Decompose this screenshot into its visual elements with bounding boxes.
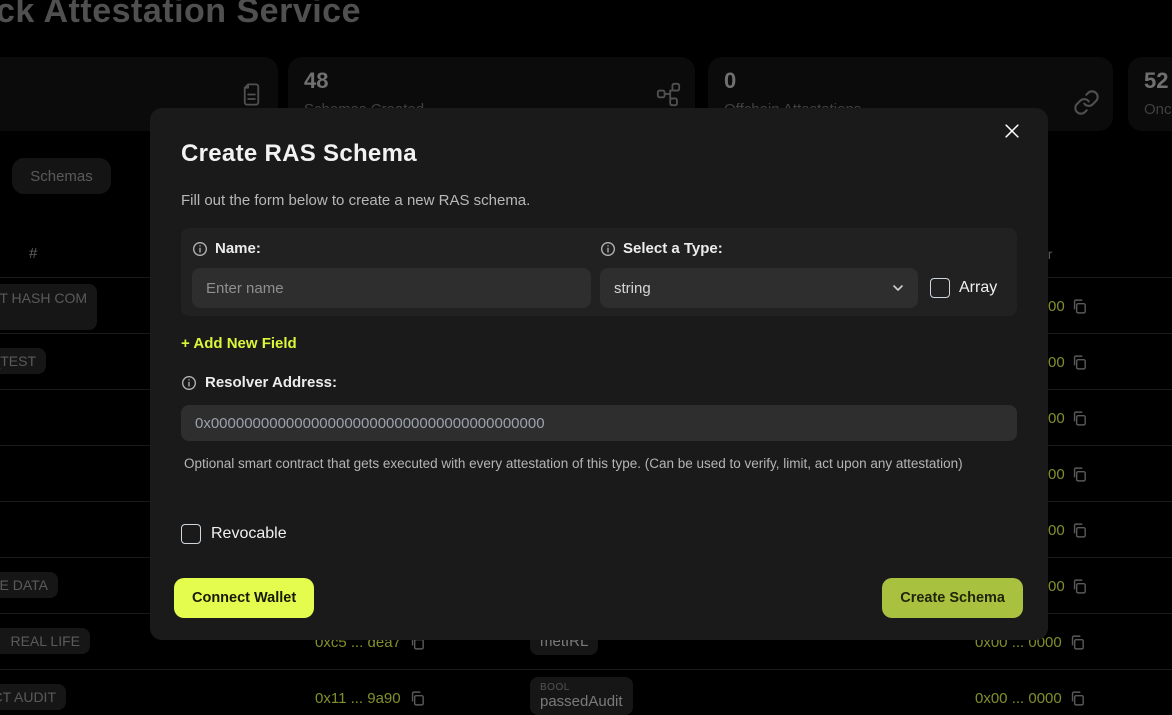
- type-label-text: Select a Type:: [623, 240, 723, 257]
- revocable-label: Revocable: [211, 525, 287, 543]
- info-icon: [181, 375, 197, 391]
- connect-wallet-button[interactable]: Connect Wallet: [174, 578, 314, 618]
- type-select-value: string: [614, 280, 651, 297]
- name-label-text: Name:: [215, 240, 261, 257]
- create-schema-modal: Create RAS Schema Fill out the form belo…: [150, 108, 1048, 640]
- close-icon[interactable]: [1002, 121, 1022, 141]
- type-select[interactable]: string: [600, 268, 918, 308]
- resolver-address-input[interactable]: [181, 405, 1017, 441]
- info-icon: [600, 241, 616, 257]
- name-input[interactable]: [192, 268, 591, 308]
- resolver-helper-text: Optional smart contract that gets execut…: [184, 454, 974, 474]
- resolver-label-text: Resolver Address:: [205, 374, 337, 391]
- create-schema-button[interactable]: Create Schema: [882, 578, 1023, 618]
- array-label: Array: [959, 279, 997, 297]
- info-icon: [192, 241, 208, 257]
- chevron-down-icon: [890, 280, 906, 296]
- add-new-field-link[interactable]: + Add New Field: [181, 335, 297, 352]
- name-label: Name:: [192, 240, 261, 257]
- array-checkbox[interactable]: [930, 278, 950, 298]
- field-row-section: Name: Select a Type: string: [181, 228, 1017, 316]
- resolver-label: Resolver Address:: [181, 374, 337, 391]
- array-checkbox-group: Array: [930, 278, 997, 298]
- revocable-checkbox-group: Revocable: [181, 524, 287, 544]
- modal-subtitle: Fill out the form below to create a new …: [181, 192, 530, 209]
- type-label: Select a Type:: [600, 240, 723, 257]
- app-window: ck Attestation Service 48 Schemas Create…: [0, 0, 1172, 715]
- modal-title: Create RAS Schema: [181, 140, 417, 168]
- revocable-checkbox[interactable]: [181, 524, 201, 544]
